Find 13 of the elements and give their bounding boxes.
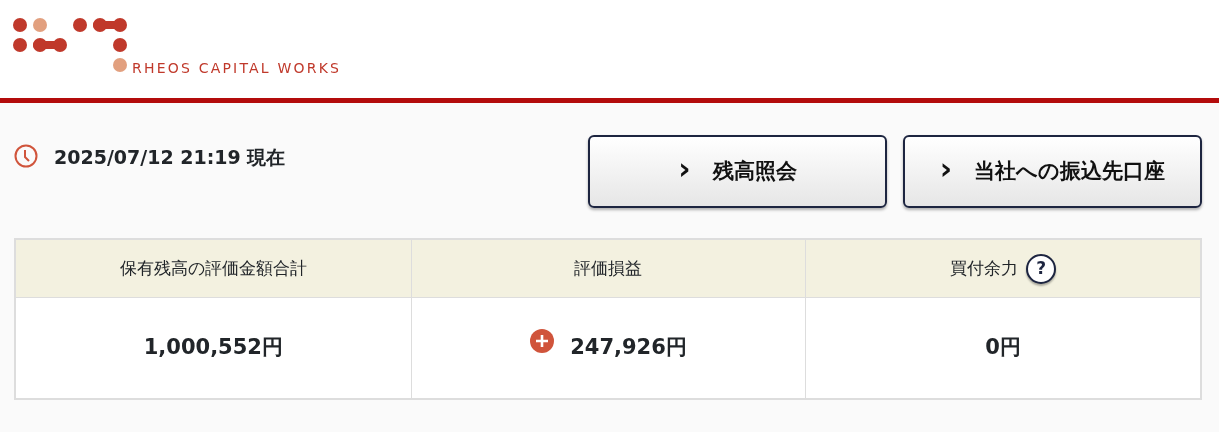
clock-icon bbox=[14, 144, 38, 168]
help-button[interactable]: ? bbox=[1026, 253, 1057, 284]
column-heading: 買付余力 bbox=[950, 256, 1019, 280]
amount-value: 1,000,552円 bbox=[143, 334, 283, 362]
nav-button[interactable]: › 当社への振込先口座 bbox=[903, 135, 1202, 208]
amount-value: 0円 bbox=[985, 334, 1021, 362]
amount-value: 247,926円 bbox=[570, 334, 687, 362]
as-of-timestamp: 2025/07/12 21:19 現在 bbox=[54, 145, 286, 170]
column-heading: 評価損益 bbox=[574, 256, 643, 280]
nav-button[interactable]: › 残高照会 bbox=[588, 135, 887, 208]
logo-icon bbox=[12, 17, 128, 73]
column-heading: 保有残高の評価金額合計 bbox=[119, 256, 307, 280]
logo-text: RHEOS CAPITAL WORKS bbox=[132, 60, 342, 76]
